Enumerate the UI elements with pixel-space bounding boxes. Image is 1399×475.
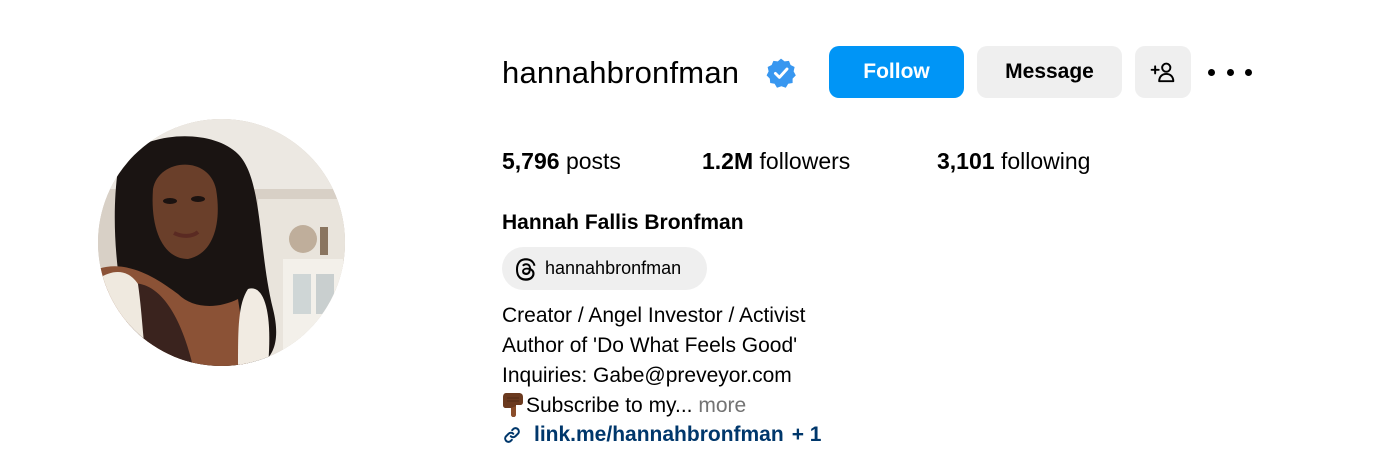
suggested-users-button[interactable] bbox=[1135, 46, 1191, 98]
person-add-icon bbox=[1150, 62, 1175, 83]
more-options-icon[interactable] bbox=[1208, 57, 1252, 87]
more-dot bbox=[1208, 68, 1215, 76]
followers-label: followers bbox=[759, 148, 851, 174]
bio-line: Inquiries: Gabe@preveyor.com bbox=[502, 364, 792, 387]
bio-line-truncated: Subscribe to my... more bbox=[502, 391, 805, 421]
threads-icon bbox=[516, 257, 536, 281]
bio-line-text: Subscribe to my... bbox=[526, 394, 693, 417]
following-number: 3,101 bbox=[937, 148, 995, 174]
followers-number: 1.2M bbox=[702, 148, 754, 174]
following-link[interactable]: 3,101 following bbox=[937, 146, 1090, 176]
bio-line: Author of 'Do What Feels Good' bbox=[502, 334, 798, 357]
posts-label: posts bbox=[565, 148, 621, 174]
following-label: following bbox=[1000, 148, 1091, 174]
follow-button[interactable]: Follow bbox=[829, 46, 964, 98]
verified-badge-icon bbox=[766, 58, 796, 88]
more-dot bbox=[1226, 68, 1234, 76]
posts-count: 5,796 posts bbox=[502, 146, 621, 176]
posts-number: 5,796 bbox=[502, 148, 560, 174]
bio: Creator / Angel Investor / Activist Auth… bbox=[502, 301, 805, 421]
threads-handle: hannahbronfman bbox=[545, 258, 682, 278]
followers-link[interactable]: 1.2M followers bbox=[702, 146, 850, 176]
external-link[interactable]: link.me/hannahbronfman + 1 bbox=[502, 420, 821, 450]
pointing-down-emoji bbox=[503, 393, 523, 417]
username: hannahbronfman bbox=[502, 55, 740, 90]
full-name: Hannah Fallis Bronfman bbox=[502, 211, 744, 234]
bio-more-link[interactable]: more bbox=[698, 394, 746, 417]
avatar-photo bbox=[98, 119, 345, 366]
external-link-text: link.me/hannahbronfman bbox=[534, 423, 784, 446]
profile-header: hannahbronfman Follow Message 5,796 post… bbox=[0, 0, 1399, 475]
threads-badge[interactable]: hannahbronfman bbox=[502, 247, 707, 290]
bio-line: Creator / Angel Investor / Activist bbox=[502, 304, 806, 327]
message-button[interactable]: Message bbox=[977, 46, 1122, 98]
more-dot bbox=[1245, 68, 1252, 76]
link-icon bbox=[504, 427, 520, 443]
external-link-extra: + 1 bbox=[791, 423, 822, 446]
avatar[interactable] bbox=[98, 119, 345, 366]
